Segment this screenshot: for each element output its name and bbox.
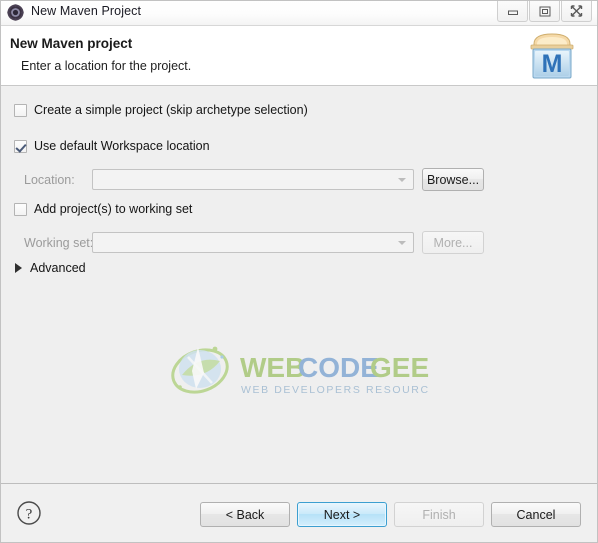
back-button[interactable]: < Back [200, 502, 290, 527]
finish-button[interactable]: Finish [394, 502, 484, 527]
default-workspace-label: Use default Workspace location [34, 139, 210, 153]
browse-button[interactable]: Browse... [422, 168, 484, 191]
help-icon: ? [17, 501, 41, 525]
simple-project-checkbox[interactable] [14, 103, 27, 117]
working-set-combo[interactable] [92, 232, 414, 253]
maven-project-icon: M [524, 30, 580, 82]
location-row: Location: Browse... [24, 168, 584, 191]
advanced-label: Advanced [30, 261, 86, 275]
advanced-section-toggle[interactable]: Advanced [15, 261, 86, 275]
web-code-geeks-watermark: WEB CODE GEEKS WEB DEVELOPERS RESOURCE C… [168, 339, 494, 407]
more-button[interactable]: More... [422, 231, 484, 254]
svg-text:M: M [542, 50, 563, 78]
title-bar: New Maven Project [0, 0, 598, 26]
watermark-tagline: WEB DEVELOPERS RESOURCE CENTER [241, 384, 430, 396]
wizard-body: Create a simple project (skip archetype … [0, 87, 598, 484]
location-combo[interactable] [92, 169, 414, 190]
minimize-button[interactable] [497, 1, 528, 22]
watermark-word-code: CODE [298, 352, 379, 383]
wizard-banner: New Maven project Enter a location for t… [0, 26, 598, 86]
location-label: Location: [24, 172, 75, 187]
watermark-word-web: WEB [240, 352, 305, 383]
close-icon [570, 5, 583, 17]
working-set-row: Working set: More... [24, 231, 584, 254]
add-to-working-set-checkbox[interactable] [14, 202, 27, 216]
window-controls [496, 1, 592, 23]
default-workspace-checkbox[interactable] [14, 139, 27, 153]
wizard-buttons: < Back Next > Finish Cancel [200, 502, 581, 527]
chevron-right-icon [15, 263, 22, 273]
page-subtitle: Enter a location for the project. [21, 59, 192, 73]
svg-text:?: ? [26, 507, 33, 523]
maven-gear-icon [7, 4, 24, 21]
help-button[interactable]: ? [16, 500, 42, 526]
chevron-down-icon [398, 240, 406, 245]
minimize-icon [507, 10, 518, 15]
maximize-button[interactable] [529, 1, 560, 22]
close-button[interactable] [561, 1, 592, 22]
cancel-button[interactable]: Cancel [491, 502, 581, 527]
window-title: New Maven Project [31, 4, 142, 18]
chevron-down-icon [398, 177, 406, 182]
next-button[interactable]: Next > [297, 502, 387, 527]
working-set-checkbox-row[interactable]: Add project(s) to working set [14, 202, 192, 216]
watermark-word-geeks: GEEKS [370, 352, 430, 383]
page-title: New Maven project [10, 36, 133, 51]
default-workspace-row[interactable]: Use default Workspace location [14, 139, 210, 153]
simple-project-row[interactable]: Create a simple project (skip archetype … [14, 103, 308, 117]
maximize-icon [539, 6, 550, 16]
working-set-label: Working set: [24, 235, 94, 250]
add-to-working-set-label: Add project(s) to working set [34, 202, 193, 216]
new-maven-project-dialog: New Maven Project New Maven project Ente… [0, 0, 598, 543]
simple-project-label: Create a simple project (skip archetype … [34, 103, 308, 117]
